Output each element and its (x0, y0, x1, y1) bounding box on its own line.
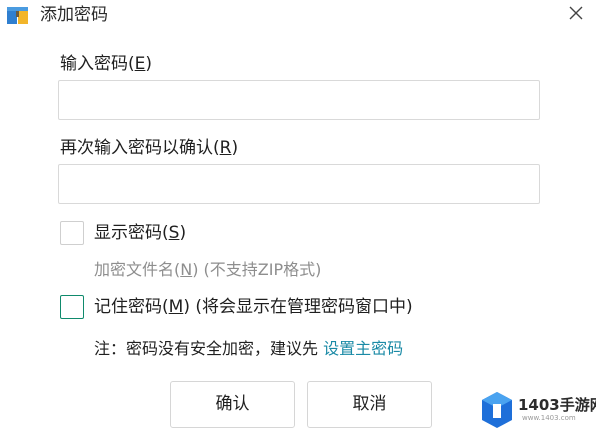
security-note: 注：密码没有安全加密，建议先 设置主密码 (94, 339, 404, 358)
close-icon (569, 6, 583, 20)
show-password-label[interactable]: 显示密码(S) (94, 222, 186, 244)
watermark: 1403手游网 www.1403.com (478, 384, 596, 440)
add-password-dialog: 添加密码 输入密码(E) 再次输入密码以确认(R) 显示密码(S) 加密文件名(… (0, 0, 596, 447)
password-label: 输入密码(E) (60, 54, 153, 74)
encrypt-filename-label: 加密文件名(N) (不支持ZIP格式) (94, 260, 322, 279)
close-button[interactable] (560, 0, 592, 30)
password-accesskey: E (134, 54, 146, 74)
watermark-logo-icon (482, 392, 512, 428)
show-password-accesskey: S (168, 223, 180, 243)
watermark-text: 1403手游网 (518, 396, 596, 414)
ok-button[interactable]: 确认 (170, 381, 295, 428)
password-input[interactable] (58, 80, 540, 120)
set-master-password-link[interactable]: 设置主密码 (323, 339, 403, 358)
archive-icon (6, 6, 30, 26)
show-password-checkbox[interactable] (60, 221, 84, 245)
confirm-password-input[interactable] (58, 164, 540, 204)
confirm-password-label: 再次输入密码以确认(R) (60, 138, 239, 158)
remember-password-label[interactable]: 记住密码(M) (将会显示在管理密码窗口中) (94, 296, 413, 318)
encrypt-filename-accesskey: N (180, 260, 193, 279)
dialog-title: 添加密码 (40, 5, 108, 25)
confirm-accesskey: R (219, 138, 232, 158)
remember-password-checkbox[interactable] (60, 295, 84, 319)
title-bar: 添加密码 (0, 0, 596, 32)
remember-password-accesskey: M (168, 297, 184, 317)
cancel-button[interactable]: 取消 (307, 381, 432, 428)
watermark-subtext: www.1403.com (522, 414, 576, 422)
